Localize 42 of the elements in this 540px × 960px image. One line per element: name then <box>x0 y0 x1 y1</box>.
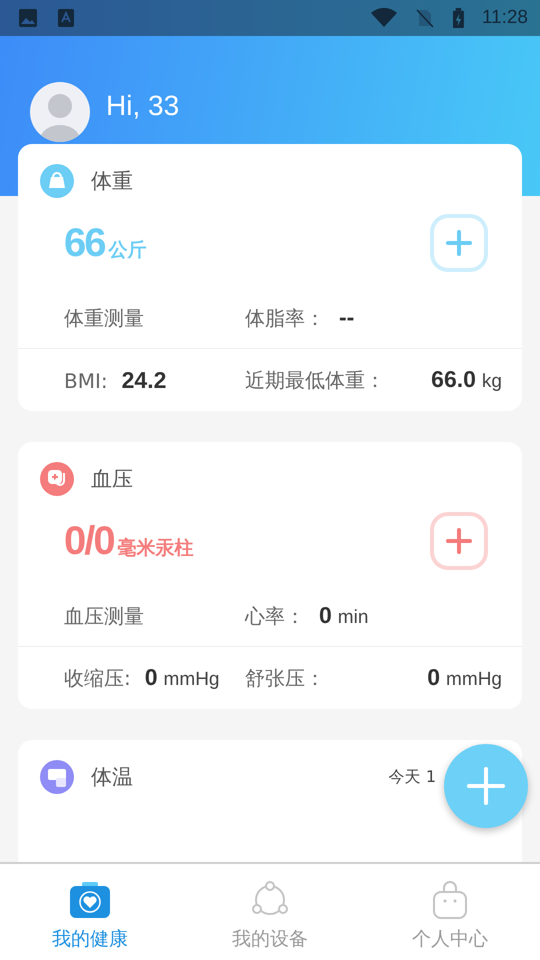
plus-icon <box>444 526 474 556</box>
card-title: 血压 <box>91 466 134 493</box>
stat-value: 66.0 <box>431 366 476 393</box>
no-sim-icon <box>414 8 435 28</box>
greeting-text: Hi, 33 <box>106 90 180 122</box>
document-icon <box>56 8 76 28</box>
image-icon <box>18 8 38 28</box>
stethoscope-icon <box>40 462 74 496</box>
weight-icon <box>40 164 74 198</box>
plus-icon <box>466 766 506 806</box>
stat-unit: mmHg <box>446 669 502 691</box>
nav-tab[interactable]: 我的设备 <box>180 864 360 960</box>
stat-label: 体脂率： <box>245 305 325 332</box>
stat-value: 0 <box>319 602 332 629</box>
stat-label: BMI: <box>64 368 108 392</box>
stat-value: 24.2 <box>122 366 166 394</box>
stat-label: 舒张压： <box>245 665 325 692</box>
measure-link[interactable]: 血压测量 <box>64 602 245 630</box>
add-button[interactable] <box>430 214 488 272</box>
metric-value: 66公斤 <box>64 220 146 266</box>
clock-time: 11:28 <box>482 7 528 29</box>
stat-value: -- <box>339 304 354 331</box>
record-time: 今天 1 <box>388 766 436 788</box>
stat-label: 心率： <box>245 603 305 630</box>
stat-value: 0 <box>427 664 440 691</box>
nav-tab[interactable]: 个人中心 <box>360 864 540 960</box>
nav-tab[interactable]: 我的健康 <box>0 864 180 960</box>
stat-unit: mmHg <box>164 669 220 691</box>
card-title: 体温 <box>91 764 134 791</box>
wifi-icon <box>370 8 397 28</box>
measure-link[interactable]: 体重测量 <box>64 304 245 332</box>
stat-label: 收缩压: <box>64 665 131 692</box>
card-title: 体重 <box>91 168 134 195</box>
stat-unit: kg <box>482 371 502 393</box>
plus-icon <box>444 228 474 258</box>
medical-kit-icon <box>68 880 112 920</box>
stat-value: 0 <box>144 664 158 691</box>
add-button[interactable] <box>430 512 488 570</box>
metric-value: 0/0毫米汞柱 <box>64 518 194 564</box>
stat-label: 近期最低体重： <box>245 367 385 394</box>
stat-unit: min <box>338 607 368 629</box>
battery-charging-icon <box>452 8 464 28</box>
